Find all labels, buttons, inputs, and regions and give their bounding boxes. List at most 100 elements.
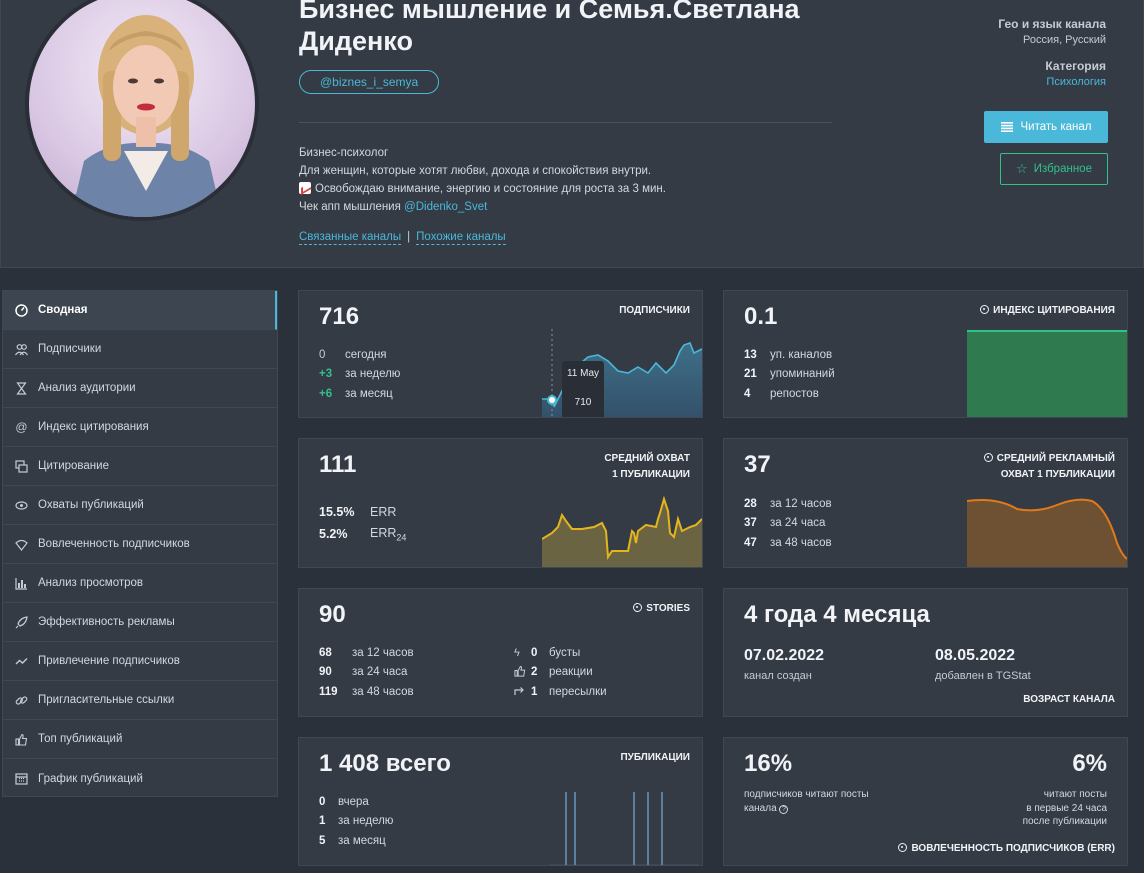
ad-reach-chart[interactable] <box>967 493 1127 567</box>
description-line: Для женщин, которые хотят любви, дохода … <box>299 165 652 177</box>
channel-title: Бизнес мышление и Семья.Светлана Диденко <box>299 0 800 56</box>
stat-row: 0 сегодня <box>319 345 400 365</box>
added-label: добавлен в TGStat <box>935 670 1031 682</box>
calendar-icon <box>15 772 28 785</box>
similar-channels-link[interactable]: Похожие каналы <box>416 231 506 245</box>
info-icon[interactable] <box>980 305 990 314</box>
posts-stats: 0 вчера 1 за неделю 5 за месяц <box>319 792 393 851</box>
err-row: 15.5% ERR <box>319 501 406 523</box>
citation-title-row: ИНДЕКС ЦИТИРОВАНИЯ <box>980 303 1115 319</box>
at-icon: @ <box>15 420 28 434</box>
reach-chart[interactable] <box>542 491 702 567</box>
stories-title-row: STORIES <box>633 601 690 617</box>
subscribers-sparkline[interactable]: 11 May 710 <box>542 327 702 417</box>
sidebar-item-citations[interactable]: Цитирование <box>3 447 277 486</box>
stat-row: 37 за 24 часа <box>744 514 832 534</box>
dashboard-icon <box>15 303 28 317</box>
help-icon[interactable]: ? <box>779 804 789 814</box>
sidebar-item-summary[interactable]: Сводная <box>3 291 277 330</box>
engagement-right-line: читают посты <box>1043 789 1107 800</box>
sidebar-item-growth[interactable]: Привлечение подписчиков <box>3 642 277 681</box>
stat-label: за 24 часа <box>770 517 826 530</box>
posts-chart[interactable] <box>549 790 699 866</box>
subscribers-stats: 0 сегодня +3 за неделю +6 за месяц <box>319 345 400 404</box>
category-block: Категория Психология <box>1045 59 1106 88</box>
sidebar-item-engagement[interactable]: Вовлеченность подписчиков <box>3 525 277 564</box>
links-separator: | <box>407 231 411 243</box>
stat-label: за 48 часов <box>770 536 832 549</box>
rocket-icon <box>15 615 28 629</box>
description-line: Освобождаю внимание, энергию и состояние… <box>299 180 666 198</box>
stat-value: 0 <box>319 795 326 808</box>
category-link[interactable]: Психология <box>1045 76 1106 88</box>
sidebar-item-subscribers[interactable]: Подписчики <box>3 330 277 369</box>
stat-value: 90 <box>319 666 332 679</box>
citation-value: 0.1 <box>744 303 778 330</box>
info-icon[interactable] <box>983 453 993 462</box>
posts-bar <box>574 792 576 865</box>
ad-reach-title: СРЕДНИЙ РЕКЛАМНЫЙ ОХВАТ 1 ПУБЛИКАЦИИ <box>983 451 1115 483</box>
stat-row: 0 вчера <box>319 792 393 812</box>
description-line: Чек апп мышления @Didenko_Svet <box>299 198 666 216</box>
read-channel-label: Читать канал <box>1020 121 1092 133</box>
stat-value: 2 <box>531 666 538 679</box>
channel-header: Бизнес мышление и Семья.Светлана Диденко… <box>0 0 1144 268</box>
stat-value: 47 <box>744 536 757 549</box>
stat-row: +6 за месяц <box>319 384 400 404</box>
stat-row: ϟ 0 бусты <box>514 643 607 663</box>
ad-reach-value: 37 <box>744 451 771 478</box>
engagement-title: ВОВЛЕЧЕННОСТЬ ПОДПИСЧИКОВ (ERR) <box>911 843 1115 854</box>
err24-label-sub: 24 <box>396 532 407 543</box>
stat-value: 37 <box>744 517 757 530</box>
stat-row: 90 за 24 часа <box>319 663 414 683</box>
sidebar-item-label: Эффективность рекламы <box>38 616 175 628</box>
sidebar-item-label: Топ публикаций <box>38 733 123 745</box>
related-channels-link[interactable]: Связанные каналы <box>299 231 402 245</box>
stat-label: упоминаний <box>770 368 835 381</box>
stat-value: 5 <box>319 834 326 847</box>
citation-chart[interactable] <box>967 329 1127 417</box>
sidebar-item-label: Сводная <box>38 304 88 316</box>
stat-value: 21 <box>744 368 757 381</box>
engagement-right-line: в первые 24 часа <box>1026 802 1107 814</box>
err24-label-text: ERR <box>370 525 397 540</box>
sidebar-item-top-posts[interactable]: Топ публикаций <box>3 720 277 759</box>
sidebar-item-audience[interactable]: Анализ аудитории <box>3 369 277 408</box>
stat-row: 47 за 48 часов <box>744 533 832 553</box>
sidebar-item-reach[interactable]: Охваты публикаций <box>3 486 277 525</box>
info-icon[interactable] <box>898 843 908 852</box>
stories-value: 90 <box>319 601 346 628</box>
stat-label: за 24 часа <box>352 666 408 679</box>
ad-reach-title-line: СРЕДНИЙ РЕКЛАМНЫЙ <box>996 453 1115 464</box>
engagement-right-value: 6% <box>1072 750 1107 777</box>
tooltip-value: 710 <box>575 397 592 408</box>
sidebar-item-ads[interactable]: Эффективность рекламы <box>3 603 277 642</box>
engagement-title-row: ВОВЛЕЧЕННОСТЬ ПОДПИСЧИКОВ (ERR) <box>898 841 1115 857</box>
favorite-button[interactable]: ☆ Избранное <box>1000 153 1108 185</box>
sidebar-item-schedule[interactable]: График публикаций <box>3 759 277 798</box>
geo-label: Гео и язык канала <box>998 17 1106 31</box>
stat-row: 13 уп. каналов <box>744 345 835 365</box>
stories-stats: 68 за 12 часов 90 за 24 часа 119 за 48 часо… <box>319 643 414 702</box>
stat-label: за 12 часов <box>770 497 832 510</box>
reach-card: 111 СРЕДНИЙ ОХВАТ 1 ПУБЛИКАЦИИ 15.5% ERR 5… <box>298 438 703 568</box>
stat-value: 13 <box>744 348 757 361</box>
sidebar-item-invite-links[interactable]: Пригласительные ссылки <box>3 681 277 720</box>
sidebar-item-label: Пригласительные ссылки <box>38 694 175 706</box>
read-channel-button[interactable]: Читать канал <box>984 111 1108 143</box>
ad-reach-title-line: ОХВАТ 1 ПУБЛИКАЦИИ <box>1000 469 1115 480</box>
info-icon[interactable] <box>633 603 643 612</box>
sidebar-item-citation-index[interactable]: @ Индекс цитирования <box>3 408 277 447</box>
stat-row: 4 репостов <box>744 384 835 404</box>
reach-title: СРЕДНИЙ ОХВАТ 1 ПУБЛИКАЦИИ <box>604 451 690 483</box>
sidebar-item-views[interactable]: Анализ просмотров <box>3 564 277 603</box>
added-block: 08.05.2022 добавлен в TGStat <box>935 647 1031 682</box>
stat-label: реакции <box>549 666 593 679</box>
channel-handle-link[interactable]: @biznes_i_semya <box>299 70 440 94</box>
author-link[interactable]: @Didenko_Svet <box>404 201 487 213</box>
posts-bar <box>647 792 649 865</box>
sidebar-item-label: Индекс цитирования <box>38 421 149 433</box>
description-line: Бизнес-психолог <box>299 147 389 159</box>
engagement-left-line: подписчиков читают посты <box>744 789 869 800</box>
err24-row: 5.2% ERR24 <box>319 523 406 545</box>
